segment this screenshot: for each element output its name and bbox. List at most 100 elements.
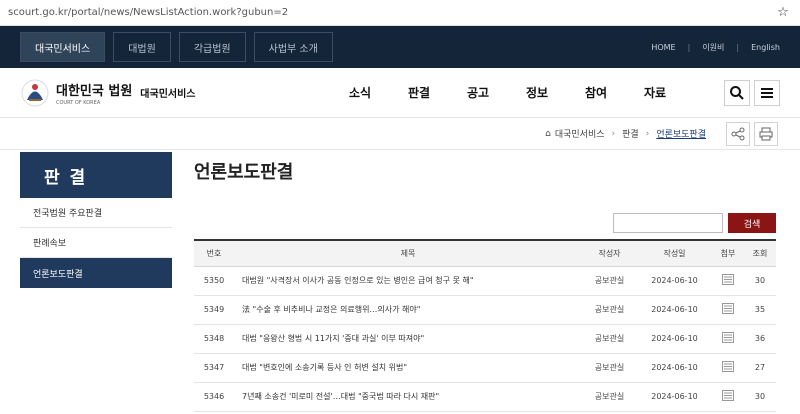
row-author: 공보관실 bbox=[582, 324, 637, 354]
menu-notices[interactable]: 공고 bbox=[449, 84, 508, 101]
menu-information[interactable]: 정보 bbox=[508, 84, 567, 101]
main-area: 판 결 전국법원 주요판결 판례속보 언론보도판결 언론보도판결 검색 번호 제… bbox=[0, 150, 800, 412]
row-date: 2024-06-10 bbox=[637, 295, 712, 325]
menu-icon[interactable] bbox=[754, 79, 780, 106]
row-author: 공보관실 bbox=[582, 295, 637, 325]
row-author: 공보관실 bbox=[582, 353, 637, 383]
row-attachment[interactable] bbox=[712, 353, 744, 383]
table-row[interactable]: 5350 대법원 "사격장서 이사가 공동 인정으로 있는 병인은 급여 청구 … bbox=[194, 266, 776, 296]
star-icon[interactable]: ☆ bbox=[774, 5, 792, 20]
lnb-item-precedent-news[interactable]: 판례속보 bbox=[20, 228, 172, 258]
menu-materials[interactable]: 자료 bbox=[626, 84, 685, 101]
col-header-views: 조회 bbox=[744, 240, 776, 267]
row-title-link[interactable]: 대법 "변호인에 소송기록 등사 인 허변 설치 위법" bbox=[234, 353, 582, 383]
search-input[interactable] bbox=[613, 213, 723, 233]
col-header-number: 번호 bbox=[194, 240, 234, 267]
attachment-file-icon bbox=[722, 303, 734, 314]
table-row[interactable]: 5346 7년째 소송건 '미로미 전설'…대법 "중국법 따라 다시 재판" … bbox=[194, 382, 776, 412]
search-icon[interactable] bbox=[724, 79, 750, 106]
menu-participation[interactable]: 참여 bbox=[567, 84, 626, 101]
breadcrumb: ⌂ 대국민서비스 › 판결 › 언론보도판결 bbox=[545, 127, 706, 141]
service-name: 대국민서비스 bbox=[140, 89, 196, 100]
row-number: 5349 bbox=[194, 295, 234, 325]
table-row[interactable]: 5348 대법 "응왕산 형법 시 11가지 '중대 과실' 이부 따져야" 공… bbox=[194, 324, 776, 354]
site-logo[interactable]: 대한민국 법원 COURT OF KOREA 대국민서비스 bbox=[20, 78, 196, 108]
breadcrumb-current[interactable]: 언론보도판결 bbox=[656, 127, 706, 140]
row-number: 5350 bbox=[194, 266, 234, 296]
row-date: 2024-06-10 bbox=[637, 353, 712, 383]
row-author: 공보관실 bbox=[582, 266, 637, 296]
browser-address-bar[interactable]: scourt.go.kr/portal/news/NewsListAction.… bbox=[0, 0, 800, 26]
menu-judgments[interactable]: 판결 bbox=[390, 84, 449, 101]
row-date: 2024-06-10 bbox=[637, 266, 712, 296]
accessibility-link[interactable]: 이원비 bbox=[702, 42, 724, 53]
table-header-row: 번호 제목 작성자 작성일 첨부 조회 bbox=[194, 240, 776, 267]
row-views: 30 bbox=[744, 382, 776, 412]
attachment-file-icon bbox=[722, 390, 734, 401]
search-button[interactable]: 검색 bbox=[728, 213, 776, 233]
court-emblem-icon bbox=[21, 79, 49, 106]
utility-links: HOME | 이원비 | English bbox=[651, 42, 780, 53]
row-attachment[interactable] bbox=[712, 266, 744, 296]
row-views: 27 bbox=[744, 353, 776, 383]
home-icon[interactable]: ⌂ bbox=[545, 129, 551, 139]
row-number: 5347 bbox=[194, 353, 234, 383]
print-icon-glyph bbox=[759, 127, 773, 140]
main-menu: 소식 판결 공고 정보 참여 자료 bbox=[331, 84, 685, 101]
court-name-korean: 대한민국 법원 bbox=[56, 83, 133, 99]
menu-news[interactable]: 소식 bbox=[331, 84, 390, 101]
url-text[interactable]: scourt.go.kr/portal/news/NewsListAction.… bbox=[8, 7, 774, 18]
chevron-right-icon: › bbox=[611, 128, 616, 139]
breadcrumb-item[interactable]: 판결 bbox=[622, 127, 639, 140]
attachment-file-icon bbox=[722, 332, 734, 343]
row-attachment[interactable] bbox=[712, 324, 744, 354]
row-title-link[interactable]: 대법원 "사격장서 이사가 공동 인정으로 있는 병인은 급여 청구 못 해" bbox=[234, 266, 582, 296]
col-header-author: 작성자 bbox=[582, 240, 637, 267]
site-header: 대한민국 법원 COURT OF KOREA 대국민서비스 소식 판결 공고 정… bbox=[0, 68, 800, 118]
left-navigation: 판 결 전국법원 주요판결 판례속보 언론보도판결 bbox=[20, 152, 172, 412]
row-attachment[interactable] bbox=[712, 295, 744, 325]
breadcrumb-bar: ⌂ 대국민서비스 › 판결 › 언론보도판결 bbox=[0, 118, 800, 150]
col-header-attachment: 첨부 bbox=[712, 240, 744, 267]
row-title-link[interactable]: 7년째 소송건 '미로미 전설'…대법 "중국법 따라 다시 재판" bbox=[234, 382, 582, 412]
tab-judiciary-intro[interactable]: 사법부 소개 bbox=[253, 32, 333, 62]
share-icon-glyph bbox=[731, 127, 745, 140]
row-views: 30 bbox=[744, 266, 776, 296]
row-title-link[interactable]: 法 "수술 후 비추비나 교정은 의료행위…의사가 해야" bbox=[234, 295, 582, 325]
divider: | bbox=[687, 42, 691, 52]
row-views: 35 bbox=[744, 295, 776, 325]
row-views: 36 bbox=[744, 324, 776, 354]
row-attachment[interactable] bbox=[712, 382, 744, 412]
row-title-link[interactable]: 대법 "응왕산 형법 시 11가지 '중대 과실' 이부 따져야" bbox=[234, 324, 582, 354]
col-header-date: 작성일 bbox=[637, 240, 712, 267]
court-name: 대한민국 법원 COURT OF KOREA bbox=[56, 80, 132, 106]
attachment-file-icon bbox=[722, 274, 734, 285]
chevron-right-icon: › bbox=[645, 128, 650, 139]
english-link[interactable]: English bbox=[751, 43, 780, 52]
col-header-title: 제목 bbox=[234, 240, 582, 267]
top-navigation: 대국민서비스 대법원 각급법원 사법부 소개 HOME | 이원비 | Engl… bbox=[0, 26, 800, 68]
breadcrumb-item[interactable]: 대국민서비스 bbox=[555, 127, 605, 140]
lnb-title: 판 결 bbox=[20, 152, 172, 198]
home-link[interactable]: HOME bbox=[651, 43, 675, 52]
tab-public-service[interactable]: 대국민서비스 bbox=[20, 32, 106, 62]
attachment-file-icon bbox=[722, 361, 734, 372]
header-tools bbox=[724, 79, 780, 106]
article-table: 번호 제목 작성자 작성일 첨부 조회 5350 대법원 "사격장서 이사가 공… bbox=[194, 239, 776, 412]
row-date: 2024-06-10 bbox=[637, 324, 712, 354]
share-icon[interactable] bbox=[726, 121, 750, 146]
divider: | bbox=[736, 42, 740, 52]
search-row: 검색 bbox=[194, 213, 776, 233]
print-icon[interactable] bbox=[754, 121, 778, 146]
row-author: 공보관실 bbox=[582, 382, 637, 412]
site-tabs: 대국민서비스 대법원 각급법원 사법부 소개 bbox=[20, 32, 333, 62]
lnb-item-press-judgments[interactable]: 언론보도판결 bbox=[20, 258, 172, 288]
page-tools bbox=[726, 121, 778, 146]
table-row[interactable]: 5347 대법 "변호인에 소송기록 등사 인 허변 설치 위법" 공보관실 2… bbox=[194, 353, 776, 383]
row-number: 5348 bbox=[194, 324, 234, 354]
lnb-item-major-judgments[interactable]: 전국법원 주요판결 bbox=[20, 198, 172, 228]
tab-courts[interactable]: 각급법원 bbox=[178, 32, 246, 62]
table-row[interactable]: 5349 法 "수술 후 비추비나 교정은 의료행위…의사가 해야" 공보관실 … bbox=[194, 295, 776, 325]
tab-supreme-court[interactable]: 대법원 bbox=[113, 32, 171, 62]
hamburger-icon-glyph bbox=[761, 87, 773, 98]
